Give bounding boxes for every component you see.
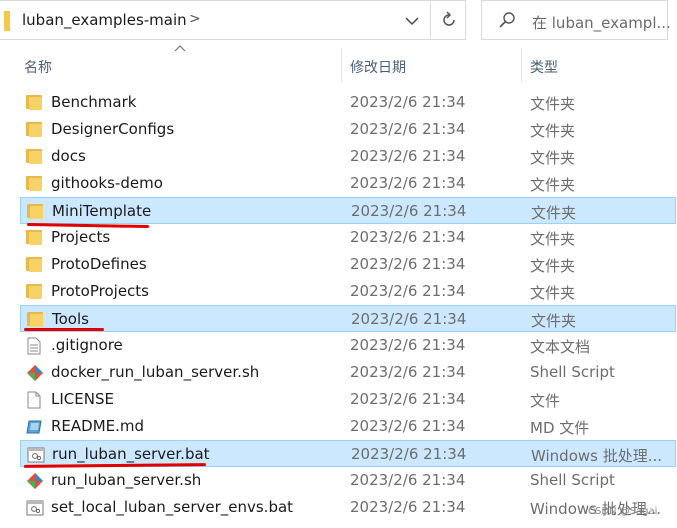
folder-icon (26, 121, 44, 138)
file-modified-date: 2023/2/6 21:34 (351, 202, 467, 220)
folder-icon (27, 203, 45, 220)
shell-script-icon (26, 364, 44, 381)
text-file-icon (26, 337, 44, 355)
file-modified-date: 2023/2/6 21:34 (350, 363, 466, 381)
file-type: 文件 (530, 392, 561, 410)
file-modified-date: 2023/2/6 21:34 (350, 93, 466, 111)
file-name[interactable]: LICENSE (51, 390, 114, 408)
file-name[interactable]: ProtoDefines (51, 255, 147, 273)
file-name[interactable]: .gitignore (51, 336, 123, 354)
search-box[interactable]: 在 luban_exampl... (481, 0, 671, 40)
column-divider[interactable] (521, 48, 522, 82)
markdown-file-icon (26, 418, 44, 435)
file-name[interactable]: MiniTemplate (52, 202, 151, 220)
breadcrumb-chevron-icon[interactable]: > (189, 11, 201, 27)
search-icon (499, 12, 515, 28)
file-modified-date: 2023/2/6 21:34 (350, 174, 466, 192)
file-row[interactable]: run_luban_server.bat 2023/2/6 21:34 Window… (20, 440, 676, 467)
file-modified-date: 2023/2/6 21:34 (350, 120, 466, 138)
blank-file-icon (26, 391, 44, 409)
folder-icon (26, 175, 44, 192)
column-header-type[interactable]: 类型 (530, 57, 558, 77)
file-type: 文件夹 (530, 122, 576, 140)
file-type: 文本文档 (530, 338, 591, 356)
folder-icon (26, 283, 44, 300)
folder-icon (4, 11, 10, 31)
file-row[interactable]: MiniTemplate 2023/2/6 21:34 文件夹 (20, 197, 676, 224)
file-modified-date: 2023/2/6 21:34 (350, 336, 466, 354)
file-type: MD 文件 (530, 419, 590, 437)
file-name[interactable]: run_luban_server.bat (52, 445, 210, 463)
file-type: 文件夹 (530, 176, 576, 194)
file-modified-date: 2023/2/6 21:34 (350, 417, 466, 435)
file-type: 文件夹 (531, 204, 577, 222)
file-type: 文件夹 (530, 149, 576, 167)
file-name[interactable]: docs (51, 147, 86, 165)
file-name[interactable]: README.md (51, 417, 144, 435)
file-row[interactable]: docs 2023/2/6 21:34 文件夹 (20, 143, 676, 170)
file-name[interactable]: docker_run_luban_server.sh (51, 363, 259, 381)
file-type: Shell Script (530, 471, 615, 489)
file-name[interactable]: ProtoProjects (51, 282, 149, 300)
column-header (0, 48, 677, 86)
file-type: 文件夹 (531, 312, 577, 330)
folder-icon (27, 311, 45, 328)
column-header-name[interactable]: 名称 (24, 57, 52, 77)
file-modified-date: 2023/2/6 21:34 (350, 498, 466, 516)
folder-icon (26, 229, 44, 246)
file-type: 文件夹 (530, 284, 576, 302)
batch-file-icon (26, 499, 44, 516)
file-modified-date: 2023/2/6 21:34 (351, 310, 467, 328)
chevron-down-icon[interactable] (398, 7, 426, 35)
file-name[interactable]: set_local_luban_server_envs.bat (51, 498, 293, 516)
file-row[interactable]: set_local_luban_server_envs.bat 2023/2/6 … (20, 494, 676, 521)
watermark: CSDN @Sagai (588, 506, 658, 517)
file-name[interactable]: githooks-demo (51, 174, 163, 192)
file-modified-date: 2023/2/6 21:34 (350, 282, 466, 300)
file-row[interactable]: README.md 2023/2/6 21:34 MD 文件 (20, 413, 676, 440)
file-row[interactable]: docker_run_luban_server.sh 2023/2/6 21:34… (20, 359, 676, 386)
file-row[interactable]: Tools 2023/2/6 21:34 文件夹 (20, 305, 676, 332)
file-type: Shell Script (530, 363, 615, 381)
file-row[interactable]: ProtoDefines 2023/2/6 21:34 文件夹 (20, 251, 676, 278)
file-name[interactable]: Benchmark (51, 93, 136, 111)
top-bar: luban_examples-main > 在 luban_exampl... (0, 0, 677, 44)
column-divider[interactable] (341, 48, 342, 82)
file-row[interactable]: .gitignore 2023/2/6 21:34 文本文档 (20, 332, 676, 359)
file-modified-date: 2023/2/6 21:34 (350, 390, 466, 408)
shell-script-icon (26, 472, 44, 489)
file-row[interactable]: ProtoProjects 2023/2/6 21:34 文件夹 (20, 278, 676, 305)
file-type: Windows 批处理... (531, 447, 663, 465)
file-type: 文件夹 (530, 257, 576, 275)
file-modified-date: 2023/2/6 21:34 (350, 255, 466, 273)
file-modified-date: 2023/2/6 21:34 (350, 471, 466, 489)
folder-icon (26, 256, 44, 273)
batch-file-icon (27, 446, 45, 463)
file-row[interactable]: LICENSE 2023/2/6 21:34 文件 (20, 386, 676, 413)
column-header-modified[interactable]: 修改日期 (350, 57, 406, 77)
folder-icon (26, 94, 44, 111)
file-type: 文件夹 (530, 230, 576, 248)
search-input[interactable]: 在 luban_exampl... (532, 12, 671, 33)
sort-ascending-icon (174, 45, 186, 52)
address-path[interactable]: luban_examples-main (22, 11, 187, 29)
refresh-button[interactable] (430, 0, 466, 40)
file-name[interactable]: DesignerConfigs (51, 120, 174, 138)
file-modified-date: 2023/2/6 21:34 (350, 228, 466, 246)
address-bar[interactable]: luban_examples-main > (0, 0, 466, 40)
refresh-icon (442, 11, 455, 26)
file-modified-date: 2023/2/6 21:34 (351, 445, 467, 463)
file-row[interactable]: Benchmark 2023/2/6 21:34 文件夹 (20, 89, 676, 116)
file-type: 文件夹 (530, 95, 576, 113)
file-name[interactable]: run_luban_server.sh (51, 471, 201, 489)
file-row[interactable]: githooks-demo 2023/2/6 21:34 文件夹 (20, 170, 676, 197)
file-row[interactable]: run_luban_server.sh 2023/2/6 21:34 Shell S… (20, 467, 676, 494)
file-modified-date: 2023/2/6 21:34 (350, 147, 466, 165)
file-row[interactable]: Projects 2023/2/6 21:34 文件夹 (20, 224, 676, 251)
file-row[interactable]: DesignerConfigs 2023/2/6 21:34 文件夹 (20, 116, 676, 143)
file-name[interactable]: Tools (52, 310, 89, 328)
folder-icon (26, 148, 44, 165)
annotation-underline-tools (24, 328, 104, 331)
file-name[interactable]: Projects (51, 228, 110, 246)
